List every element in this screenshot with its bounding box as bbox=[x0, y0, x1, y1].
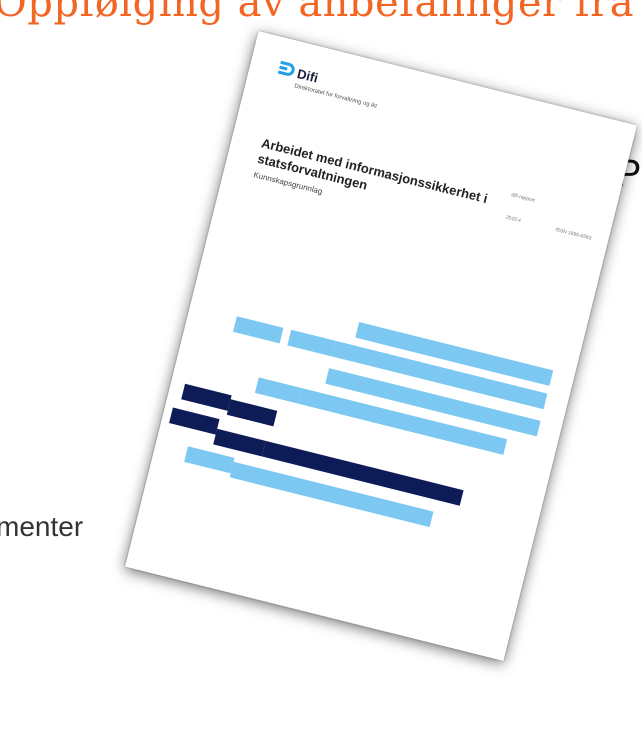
cover-bar-graphic bbox=[169, 316, 554, 528]
cover-bar bbox=[169, 407, 220, 435]
report-cover: Difi Direktoratet for forvaltning og ikt… bbox=[125, 31, 637, 661]
cover-bar bbox=[226, 399, 278, 427]
side-text: menter bbox=[0, 511, 84, 542]
cover-bar bbox=[233, 316, 284, 344]
cover-bar bbox=[181, 383, 232, 411]
cover-bar bbox=[287, 329, 336, 357]
slide-title: Oppfølging av anbefalinger fra bbox=[0, 0, 635, 26]
cover-bar bbox=[184, 446, 235, 474]
cover-bar bbox=[213, 428, 266, 457]
cover-bar bbox=[254, 377, 302, 404]
